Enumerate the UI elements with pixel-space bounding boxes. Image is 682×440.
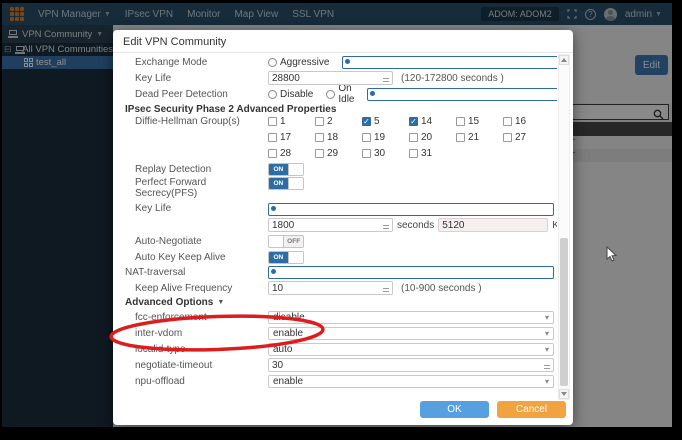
form-row-dpd: Dead Peer Detection Disable On Idle On D… [113, 86, 557, 102]
form-row-npu-offload: npu-offload enable ▾ [113, 373, 557, 389]
checkbox-dh-31[interactable]: 31 [409, 148, 456, 159]
checkbox-dh-1[interactable]: 1 [268, 116, 315, 127]
checkbox-dh-19[interactable]: 19 [362, 132, 409, 143]
auto-key-keep-alive-toggle[interactable]: ON [268, 251, 304, 264]
dialog-title: Edit VPN Community [123, 36, 226, 48]
field-label: Key Life [135, 203, 268, 214]
npu-offload-select[interactable]: enable ▾ [268, 375, 554, 388]
scroll-up-icon[interactable] [559, 55, 569, 65]
checkbox-dh-17[interactable]: 17 [268, 132, 315, 143]
radio-disable[interactable]: Disable [268, 89, 313, 100]
field-label: Dead Peer Detection [135, 89, 268, 100]
field-label: Key Life [135, 73, 268, 84]
field-hint: (120-172800 seconds ) [401, 73, 504, 84]
checkbox-dh-21[interactable]: 21 [456, 132, 503, 143]
cancel-button[interactable]: Cancel [497, 401, 566, 418]
section-advanced-options[interactable]: Advanced Options ▼ [113, 296, 557, 309]
form-row-nat-traversal: NAT-traversal Enable Disable Forced [113, 265, 557, 280]
spinner-icon[interactable] [383, 223, 389, 231]
spinner-icon[interactable] [544, 363, 550, 371]
checkbox-dh-18[interactable]: 18 [315, 132, 362, 143]
pfs-toggle[interactable]: ON [268, 177, 304, 190]
edit-vpn-community-dialog: Edit VPN Community Exchange Mode Aggress… [113, 30, 573, 425]
mouse-cursor [606, 246, 618, 263]
form-row-auto-key-keep-alive: Auto Key Keep Alive ON [113, 249, 557, 265]
dialog-footer: OK Cancel [113, 395, 573, 425]
field-label: npu-offload [135, 376, 268, 387]
field-label: Perfect Forward Secrecy(PFS) [135, 177, 268, 199]
key-life-input[interactable]: 28800 [268, 71, 393, 85]
unit-label: seconds [397, 220, 434, 231]
ok-button[interactable]: OK [420, 401, 489, 418]
keep-alive-frequency-input[interactable]: 10 [268, 281, 393, 295]
spinner-icon[interactable] [383, 76, 389, 84]
checkbox-dh-28[interactable]: 28 [268, 148, 315, 159]
form-row-key-life-p2: Key Life Seconds KB Both 1800 seconds 51… [113, 203, 557, 233]
form-row-negotiate-timeout: negotiate-timeout 30 [113, 357, 557, 373]
field-label: Keep Alive Frequency [135, 283, 268, 294]
scrollbar-thumb[interactable] [560, 238, 568, 386]
chevron-down-icon: ▾ [545, 345, 549, 354]
checkbox-dh-15[interactable]: 15 [456, 116, 503, 127]
negotiate-timeout-input[interactable]: 30 [268, 358, 554, 372]
field-label: Auto-Negotiate [135, 236, 268, 247]
form-row-pfs: Perfect Forward Secrecy(PFS) ON [113, 177, 557, 203]
checkbox-dh-5[interactable]: 5 [362, 116, 409, 127]
checkbox-dh-30[interactable]: 30 [362, 148, 409, 159]
checkbox-dh-29[interactable]: 29 [315, 148, 362, 159]
form-row-keep-alive-frequency: Keep Alive Frequency 10 (10-900 seconds … [113, 280, 557, 296]
form-row-dh-groups: Diffie-Hellman Group(s) 1 2 5 14 15 16 1… [113, 116, 557, 162]
divider [113, 52, 573, 53]
checkbox-dh-16[interactable]: 16 [503, 116, 550, 127]
auto-negotiate-toggle[interactable]: OFF [268, 235, 304, 248]
radio-seconds[interactable]: Seconds [268, 203, 557, 216]
radio-on-idle[interactable]: On Idle [326, 83, 354, 105]
unit-label: KB [552, 220, 557, 231]
field-label: Auto Key Keep Alive [135, 252, 268, 263]
dialog-scrollbar[interactable] [558, 54, 570, 400]
radio-icon [268, 58, 277, 67]
radio-enable[interactable]: Enable [268, 266, 557, 279]
spinner-icon[interactable] [383, 286, 389, 294]
field-label: Exchange Mode [135, 57, 268, 68]
chevron-down-icon: ▾ [545, 313, 549, 322]
radio-aggressive[interactable]: Aggressive [268, 57, 329, 68]
radio-on-demand[interactable]: On Demand [367, 83, 557, 105]
field-label: NAT-traversal [125, 267, 268, 278]
key-life-seconds-input[interactable]: 1800 [268, 218, 393, 232]
checkbox-dh-27[interactable]: 27 [503, 132, 550, 143]
annotation-ellipse [105, 311, 330, 355]
chevron-down-icon: ▼ [217, 299, 224, 306]
key-life-kb-input: 5120 [438, 218, 548, 232]
checkbox-dh-14[interactable]: 14 [409, 116, 456, 127]
chevron-down-icon: ▾ [545, 377, 549, 386]
replay-detection-toggle[interactable]: ON [268, 163, 304, 176]
chevron-down-icon: ▾ [545, 329, 549, 338]
checkbox-dh-2[interactable]: 2 [315, 116, 362, 127]
form-row-exchange-mode: Exchange Mode Aggressive Main(ID Protect… [113, 54, 557, 70]
form-row-auto-negotiate: Auto-Negotiate OFF [113, 233, 557, 249]
form-row-replay-detection: Replay Detection ON [113, 162, 557, 177]
checkbox-dh-20[interactable]: 20 [409, 132, 456, 143]
field-label: Diffie-Hellman Group(s) [135, 116, 268, 127]
field-label: Replay Detection [135, 164, 268, 175]
field-label: negotiate-timeout [135, 360, 268, 371]
radio-icon [342, 56, 557, 69]
field-hint: (10-900 seconds ) [401, 283, 482, 294]
